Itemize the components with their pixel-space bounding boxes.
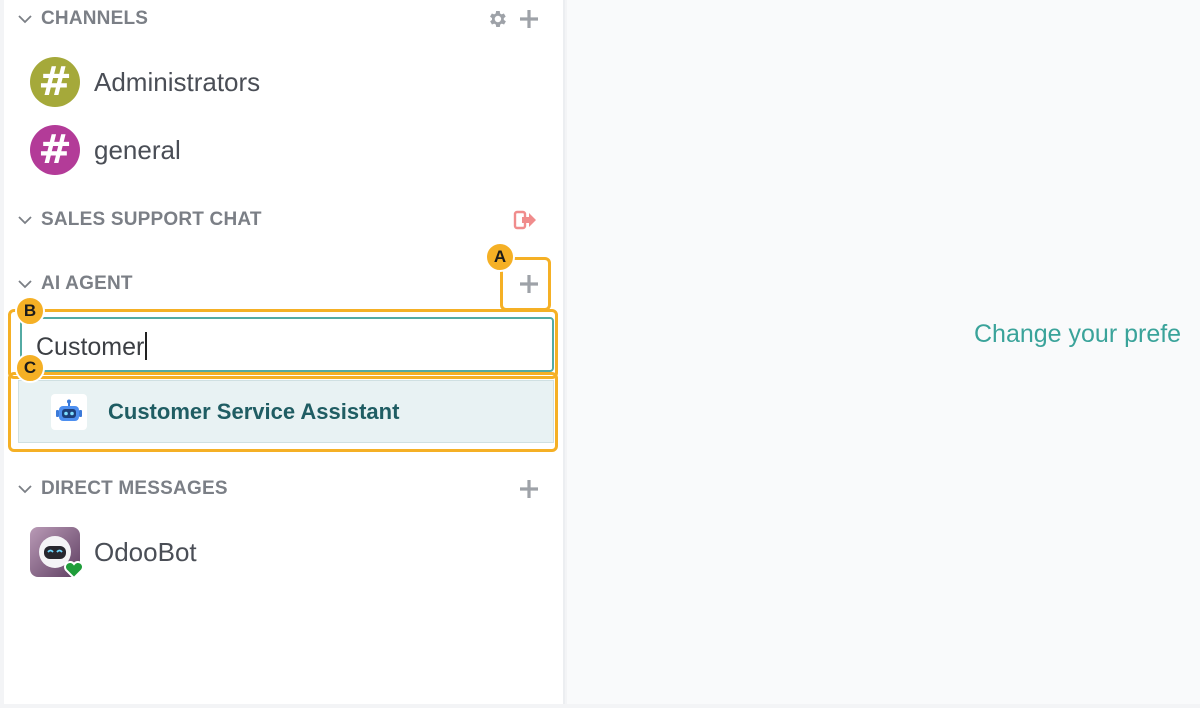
- app-frame: CHANNELS # Administrators # general SALE…: [0, 0, 1200, 708]
- heart-status-icon: [64, 561, 84, 579]
- annotation-c-highlight: [8, 372, 558, 452]
- direct-message-item-odoobot[interactable]: OdooBot: [30, 524, 197, 580]
- channel-item-administrators[interactable]: # Administrators: [30, 54, 260, 110]
- channel-hash-avatar: #: [30, 125, 80, 175]
- add-channel-button[interactable]: [516, 6, 542, 32]
- sales-support-header[interactable]: SALES SUPPORT CHAT: [16, 205, 556, 235]
- annotation-a-badge: A: [485, 242, 515, 272]
- channel-label: Administrators: [94, 66, 261, 97]
- start-conversation-button[interactable]: [516, 476, 542, 502]
- chevron-down-icon[interactable]: [16, 480, 34, 498]
- direct-messages-title: DIRECT MESSAGES: [41, 478, 228, 499]
- channel-label: general: [94, 134, 181, 165]
- chevron-down-icon[interactable]: [16, 275, 34, 293]
- channels-title: CHANNELS: [41, 8, 149, 29]
- empty-state-message: Change your prefe: [974, 320, 1182, 348]
- direct-messages-header[interactable]: DIRECT MESSAGES: [16, 474, 556, 504]
- channel-hash-avatar: #: [30, 57, 80, 107]
- direct-message-label: OdooBot: [94, 536, 197, 567]
- leave-button[interactable]: [512, 207, 538, 233]
- avatar: [30, 527, 84, 579]
- annotation-c-badge: C: [15, 353, 45, 383]
- annotation-b-highlight: [8, 309, 558, 379]
- chevron-down-icon[interactable]: [16, 211, 34, 229]
- channel-settings-button[interactable]: [484, 6, 510, 32]
- channel-item-general[interactable]: # general: [30, 122, 181, 178]
- main-panel: Change your prefe: [567, 0, 1200, 704]
- annotation-b-badge: B: [15, 296, 45, 326]
- ai-agent-title: AI AGENT: [41, 273, 133, 294]
- chevron-down-icon[interactable]: [16, 10, 34, 28]
- plus-icon: [520, 10, 538, 28]
- ai-agent-header[interactable]: AI AGENT: [16, 269, 556, 299]
- sign-out-icon: [513, 210, 536, 230]
- sales-support-title: SALES SUPPORT CHAT: [41, 209, 262, 230]
- gear-icon: [490, 11, 506, 27]
- channels-header[interactable]: CHANNELS: [16, 4, 556, 34]
- plus-icon: [520, 480, 538, 498]
